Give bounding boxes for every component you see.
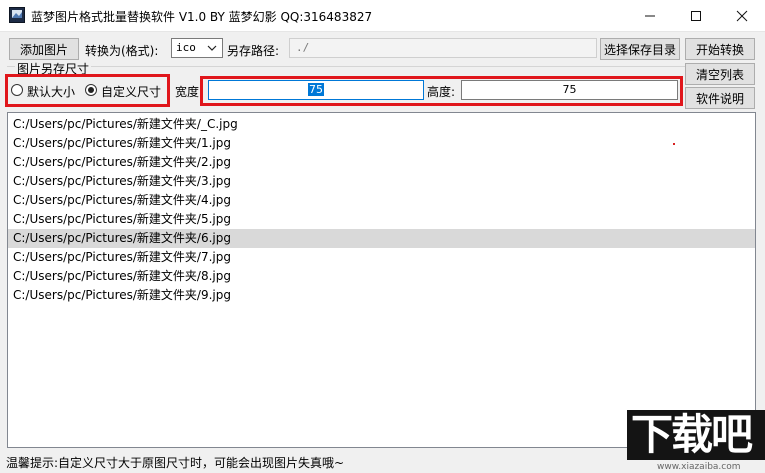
file-list-item[interactable]: C:/Users/pc/Pictures/新建文件夹/9.jpg [8, 286, 755, 305]
file-list-item[interactable]: C:/Users/pc/Pictures/新建文件夹/7.jpg [8, 248, 755, 267]
height-input[interactable]: 75 [461, 80, 678, 100]
maximize-button[interactable] [673, 0, 719, 31]
save-path-input[interactable]: ./ [289, 38, 597, 58]
title-bar: 蓝梦图片格式批量替换软件 V1.0 BY 蓝梦幻影 QQ:316483827 [0, 0, 765, 32]
height-label: 高度: [427, 85, 456, 99]
start-convert-button[interactable]: 开始转换 [685, 38, 755, 60]
save-path-label: 另存路径: [227, 44, 280, 58]
window-title: 蓝梦图片格式批量替换软件 V1.0 BY 蓝梦幻影 QQ:316483827 [31, 10, 373, 24]
file-list-item[interactable]: C:/Users/pc/Pictures/新建文件夹/_C.jpg [8, 115, 755, 134]
width-input[interactable]: 75 [208, 80, 424, 100]
chevron-down-icon [207, 45, 217, 51]
file-list-item[interactable]: C:/Users/pc/Pictures/新建文件夹/1.jpg [8, 134, 755, 153]
file-list-item[interactable]: C:/Users/pc/Pictures/新建文件夹/8.jpg [8, 267, 755, 286]
file-list[interactable]: C:/Users/pc/Pictures/新建文件夹/_C.jpg C:/User… [7, 112, 756, 448]
app-icon [9, 7, 25, 23]
watermark-url: www.xiazaiba.com [657, 462, 741, 472]
choose-save-dir-button[interactable]: 选择保存目录 [600, 38, 680, 60]
file-list-item[interactable]: C:/Users/pc/Pictures/新建文件夹/3.jpg [8, 172, 755, 191]
help-button[interactable]: 软件说明 [685, 87, 755, 109]
file-list-rows: C:/Users/pc/Pictures/新建文件夹/_C.jpg C:/User… [8, 113, 755, 305]
file-list-item[interactable]: C:/Users/pc/Pictures/新建文件夹/2.jpg [8, 153, 755, 172]
red-dot-marker [673, 143, 675, 145]
watermark-logo: 下载吧 www.xiazaiba.com [627, 410, 765, 473]
default-size-label: 默认大小 [27, 85, 76, 99]
file-list-item[interactable]: C:/Users/pc/Pictures/新建文件夹/4.jpg [8, 191, 755, 210]
custom-size-label: 自定义尺寸 [101, 85, 162, 99]
width-label: 宽度 [175, 85, 200, 99]
status-tip: 温馨提示:自定义尺寸大于原图尺寸时，可能会出现图片失真哦~ [6, 456, 345, 470]
width-input-value: 75 [308, 83, 324, 96]
convert-format-label: 转换为(格式): [85, 44, 159, 58]
minimize-icon [645, 15, 655, 16]
maximize-icon [691, 10, 701, 21]
close-icon [736, 10, 748, 21]
format-select[interactable]: ico [171, 38, 223, 58]
file-list-item[interactable]: C:/Users/pc/Pictures/新建文件夹/6.jpg [8, 229, 755, 248]
file-list-item[interactable]: C:/Users/pc/Pictures/新建文件夹/5.jpg [8, 210, 755, 229]
close-button[interactable] [719, 0, 765, 31]
add-image-button[interactable]: 添加图片 [9, 38, 79, 60]
format-select-value: ico [176, 41, 196, 54]
minimize-button[interactable] [627, 0, 673, 31]
custom-size-radio[interactable] [85, 84, 97, 96]
watermark-text: 下载吧 [631, 410, 753, 459]
default-size-radio[interactable] [11, 84, 23, 96]
clear-list-button[interactable]: 清空列表 [685, 63, 755, 85]
